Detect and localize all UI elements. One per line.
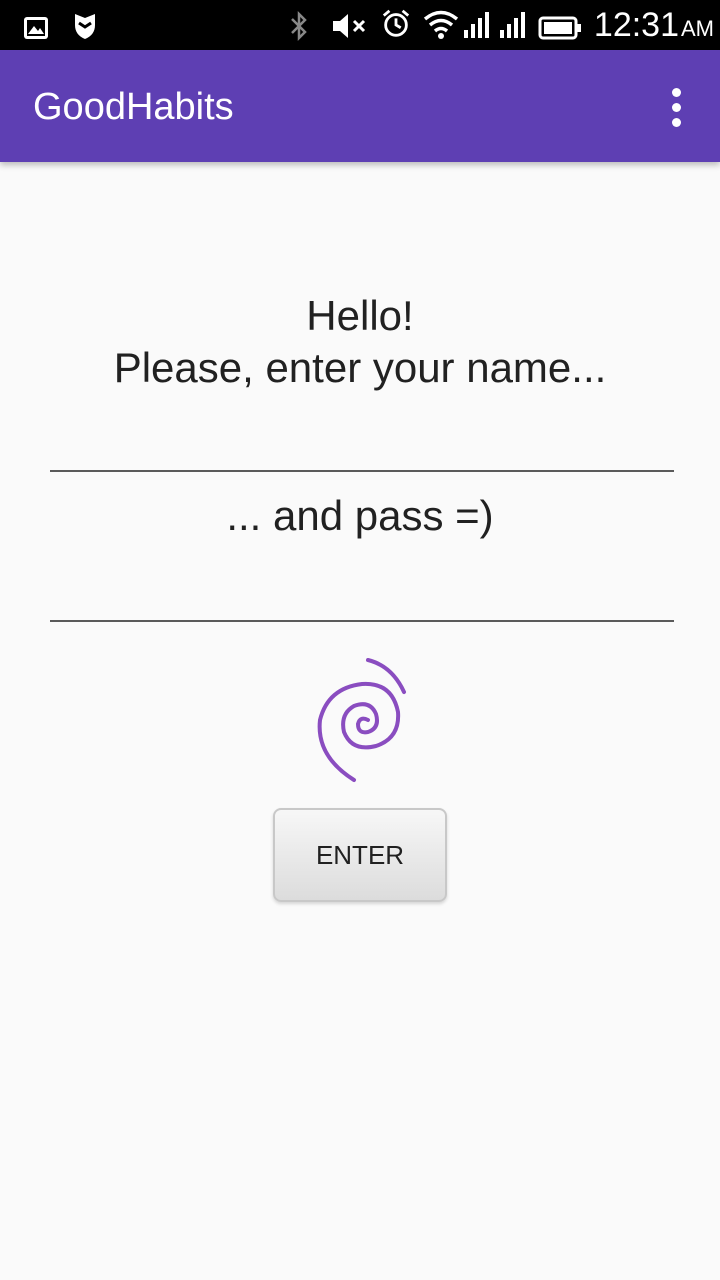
status-bar: 12:31AM	[0, 0, 720, 50]
greeting-text: Hello! Please, enter your name...	[0, 290, 720, 394]
app-title: GoodHabits	[33, 86, 234, 128]
pass-prompt: ... and pass =)	[226, 492, 494, 539]
battery-icon	[538, 16, 581, 40]
name-input[interactable]	[50, 408, 674, 472]
image-icon	[24, 17, 48, 39]
password-input[interactable]	[50, 558, 674, 622]
wifi-icon	[423, 10, 459, 39]
status-time: 12:31	[593, 6, 679, 44]
spiral-logo-icon	[317, 658, 406, 782]
greeting-line-1: Hello!	[306, 292, 414, 339]
signal-1-icon	[464, 12, 489, 38]
bluetooth-icon	[291, 10, 307, 42]
enter-button[interactable]: ENTER	[273, 808, 447, 902]
overflow-menu-icon[interactable]	[662, 88, 690, 128]
alarm-icon	[382, 9, 410, 37]
mute-icon	[333, 14, 366, 38]
greeting-line-2: Please, enter your name...	[113, 344, 607, 391]
status-clock: 12:31AM	[594, 6, 714, 45]
shield-icon	[75, 14, 95, 39]
status-ampm: AM	[681, 16, 714, 41]
signal-2-icon	[500, 12, 525, 38]
app-bar: GoodHabits	[0, 50, 720, 162]
